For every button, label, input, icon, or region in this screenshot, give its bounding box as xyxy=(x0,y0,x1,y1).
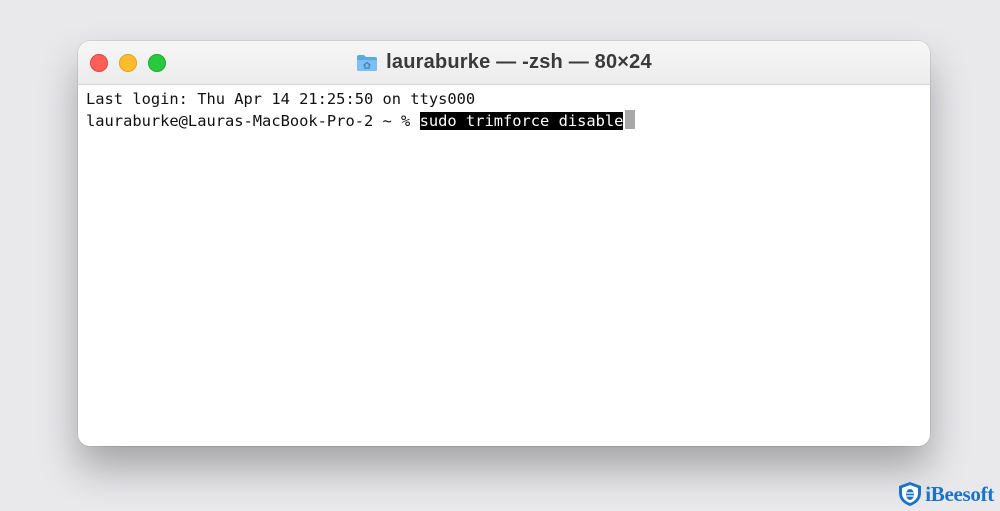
text-cursor xyxy=(625,110,636,129)
folder-home-icon xyxy=(357,54,378,71)
selected-command[interactable]: sudo trimforce disable xyxy=(419,112,624,130)
terminal-line-command: lauraburke@Lauras-MacBook-Pro-2 ~ % sudo… xyxy=(86,110,922,131)
watermark: iBeesoft xyxy=(897,481,994,507)
terminal-window: lauraburke — -zsh — 80×24 Last login: Th… xyxy=(78,41,930,446)
bee-shield-icon xyxy=(899,482,922,506)
title-bar[interactable]: lauraburke — -zsh — 80×24 xyxy=(78,41,930,85)
shell-prompt: lauraburke@Lauras-MacBook-Pro-2 ~ % xyxy=(86,112,420,130)
terminal-content[interactable]: Last login: Thu Apr 14 21:25:50 on ttys0… xyxy=(78,85,930,446)
window-title-text: lauraburke — -zsh — 80×24 xyxy=(386,51,652,73)
window-title: lauraburke — -zsh — 80×24 xyxy=(78,41,930,84)
watermark-text: iBeesoft xyxy=(925,481,994,506)
terminal-line-last-login: Last login: Thu Apr 14 21:25:50 on ttys0… xyxy=(86,90,476,108)
